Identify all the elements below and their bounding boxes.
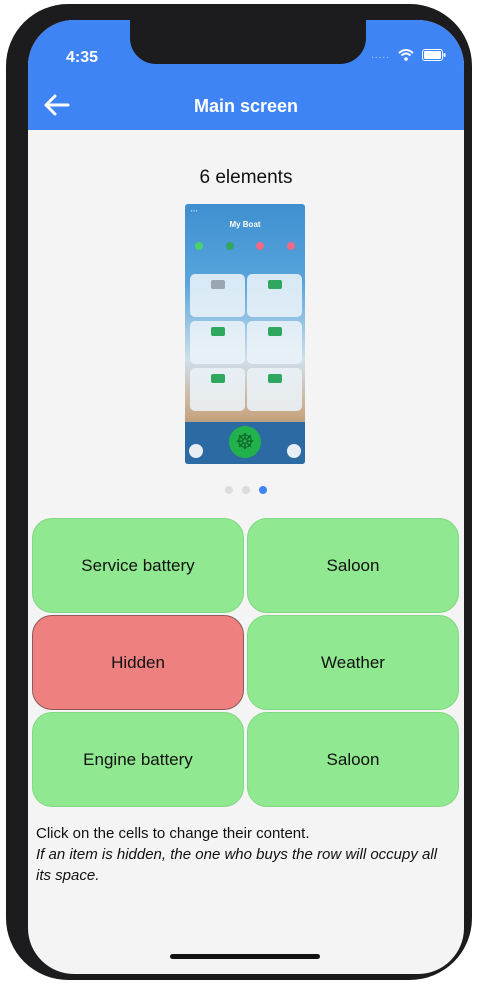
cell-engine-battery[interactable]: Engine battery <box>32 712 244 807</box>
preview-card <box>190 368 245 411</box>
preview-card-text <box>247 339 302 344</box>
element-count: 6 elements <box>199 167 293 188</box>
page-indicator <box>28 486 464 494</box>
home-indicator[interactable] <box>170 954 320 959</box>
preview-status-bar: ▪ ▪ ▪ <box>191 208 198 213</box>
preview-card-text <box>190 339 245 344</box>
preview-icon <box>286 242 295 250</box>
signal-icon: ..... <box>371 49 390 61</box>
preview-settings-icon <box>189 444 203 458</box>
preview-card-text <box>247 292 302 297</box>
battery-icon <box>422 49 446 61</box>
preview-card-text <box>190 386 245 391</box>
cell-saloon-top[interactable]: Saloon <box>247 518 459 613</box>
cell-saloon-bottom[interactable]: Saloon <box>247 712 459 807</box>
preview-card-icon <box>267 327 282 336</box>
preview-card <box>190 321 245 364</box>
page-dot-1[interactable] <box>225 486 233 494</box>
status-icons: ..... <box>371 49 446 61</box>
preview-card-icon <box>267 280 282 289</box>
status-time: 4:35 <box>66 49 99 66</box>
instructions-text: Click on the cells to change their conte… <box>36 823 446 886</box>
preview-card-icon <box>210 327 225 336</box>
preview-card-text <box>190 292 245 297</box>
hidden-item-note: If an item is hidden, the one who buys t… <box>36 846 438 884</box>
page-dot-2[interactable] <box>242 486 250 494</box>
preview-screenshot: ▪ ▪ ▪ My Boat ☸ <box>185 204 305 464</box>
page-dot-3[interactable] <box>259 486 267 494</box>
preview-card-text <box>247 386 302 391</box>
preview-card-icon <box>267 374 282 383</box>
preview-card <box>247 321 302 364</box>
preview-card-icon <box>210 374 225 383</box>
ship-wheel-icon: ☸ <box>229 426 261 458</box>
preview-card <box>247 368 302 411</box>
device-notch <box>130 20 366 64</box>
preview-card <box>247 274 302 317</box>
cell-weather[interactable]: Weather <box>247 615 459 710</box>
page-title: Main screen <box>193 96 299 116</box>
phone-frame: 4:35 ..... Main screen 6 elements ▪ ▪ ▪ … <box>6 4 472 980</box>
cell-grid: Service battery Saloon Hidden Weather En… <box>32 518 460 807</box>
preview-compass-icon <box>287 444 301 458</box>
wifi-icon <box>398 49 414 61</box>
instructions-line: Click on the cells to change their conte… <box>36 825 310 842</box>
cell-service-battery[interactable]: Service battery <box>32 518 244 613</box>
app-screen: 4:35 ..... Main screen 6 elements ▪ ▪ ▪ … <box>28 20 464 974</box>
preview-card <box>190 274 245 317</box>
preview-card-icon <box>210 280 225 289</box>
cell-hidden[interactable]: Hidden <box>32 615 244 710</box>
preview-icon <box>256 242 265 250</box>
preview-title: My Boat <box>229 220 261 229</box>
preview-icon <box>195 242 203 250</box>
preview-icon <box>225 242 234 250</box>
preview-status-icons <box>195 242 295 250</box>
